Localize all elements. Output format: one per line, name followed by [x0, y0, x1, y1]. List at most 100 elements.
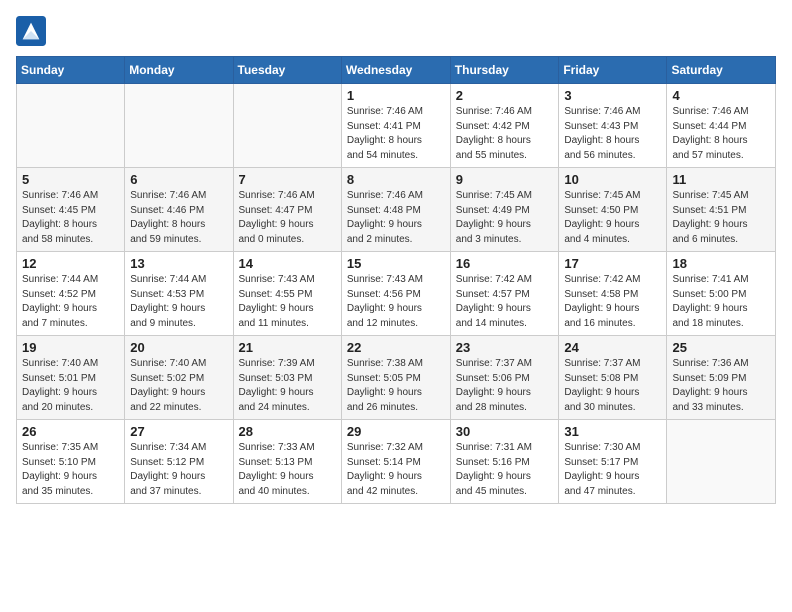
- day-number: 14: [239, 256, 336, 271]
- day-of-week-header: Thursday: [450, 57, 559, 84]
- calendar-cell: [667, 420, 776, 504]
- day-number: 7: [239, 172, 336, 187]
- day-number: 19: [22, 340, 119, 355]
- day-info: Sunrise: 7:45 AM Sunset: 4:51 PM Dayligh…: [672, 189, 770, 247]
- day-number: 11: [672, 172, 770, 187]
- day-info: Sunrise: 7:32 AM Sunset: 5:14 PM Dayligh…: [347, 441, 445, 499]
- day-number: 16: [456, 256, 554, 271]
- day-info: Sunrise: 7:46 AM Sunset: 4:42 PM Dayligh…: [456, 105, 554, 163]
- calendar-cell: 6Sunrise: 7:46 AM Sunset: 4:46 PM Daylig…: [125, 168, 233, 252]
- day-info: Sunrise: 7:46 AM Sunset: 4:44 PM Dayligh…: [672, 105, 770, 163]
- day-info: Sunrise: 7:46 AM Sunset: 4:45 PM Dayligh…: [22, 189, 119, 247]
- day-number: 10: [564, 172, 661, 187]
- day-number: 26: [22, 424, 119, 439]
- day-info: Sunrise: 7:45 AM Sunset: 4:49 PM Dayligh…: [456, 189, 554, 247]
- calendar-cell: 9 Sunrise: 7:45 AM Sunset: 4:49 PM Daylig…: [450, 168, 559, 252]
- calendar-cell: 5 Sunrise: 7:46 AM Sunset: 4:45 PM Daylig…: [17, 168, 125, 252]
- day-info: Sunrise: 7:37 AM Sunset: 5:08 PM Dayligh…: [564, 357, 661, 415]
- day-info: Sunrise: 7:42 AM Sunset: 4:57 PM Dayligh…: [456, 273, 554, 331]
- day-info: Sunrise: 7:41 AM Sunset: 5:00 PM Dayligh…: [672, 273, 770, 331]
- calendar-cell: 20 Sunrise: 7:40 AM Sunset: 5:02 PM Dayli…: [125, 336, 233, 420]
- calendar-cell: 15 Sunrise: 7:43 AM Sunset: 4:56 PM Dayli…: [341, 252, 450, 336]
- day-number: 8: [347, 172, 445, 187]
- day-number: 30: [456, 424, 554, 439]
- day-info: Sunrise: 7:43 AM Sunset: 4:55 PM Dayligh…: [239, 273, 336, 331]
- calendar-cell: 11 Sunrise: 7:45 AM Sunset: 4:51 PM Dayli…: [667, 168, 776, 252]
- calendar-cell: 27 Sunrise: 7:34 AM Sunset: 5:12 PM Dayli…: [125, 420, 233, 504]
- calendar-cell: 1 Sunrise: 7:46 AM Sunset: 4:41 PM Daylig…: [341, 84, 450, 168]
- day-info: Sunrise: 7:43 AM Sunset: 4:56 PM Dayligh…: [347, 273, 445, 331]
- day-info: Sunrise: 7:46 AM Sunset: 4:41 PM Dayligh…: [347, 105, 445, 163]
- day-info: Sunrise: 7:39 AM Sunset: 5:03 PM Dayligh…: [239, 357, 336, 415]
- calendar-cell: 13 Sunrise: 7:44 AM Sunset: 4:53 PM Dayli…: [125, 252, 233, 336]
- day-info: Sunrise: 7:40 AM Sunset: 5:01 PM Dayligh…: [22, 357, 119, 415]
- calendar-header-row: SundayMondayTuesdayWednesdayThursdayFrid…: [17, 57, 776, 84]
- day-info: Sunrise: 7:46 AM Sunset: 4:46 PM Dayligh…: [130, 189, 227, 247]
- logo-icon: [16, 16, 46, 46]
- day-number: 17: [564, 256, 661, 271]
- day-of-week-header: Sunday: [17, 57, 125, 84]
- calendar-cell: 2 Sunrise: 7:46 AM Sunset: 4:42 PM Daylig…: [450, 84, 559, 168]
- day-info: Sunrise: 7:44 AM Sunset: 4:53 PM Dayligh…: [130, 273, 227, 331]
- day-of-week-header: Saturday: [667, 57, 776, 84]
- day-info: Sunrise: 7:38 AM Sunset: 5:05 PM Dayligh…: [347, 357, 445, 415]
- calendar-cell: 17 Sunrise: 7:42 AM Sunset: 4:58 PM Dayli…: [559, 252, 667, 336]
- day-number: 29: [347, 424, 445, 439]
- day-number: 1: [347, 88, 445, 103]
- day-info: Sunrise: 7:40 AM Sunset: 5:02 PM Dayligh…: [130, 357, 227, 415]
- day-number: 28: [239, 424, 336, 439]
- day-info: Sunrise: 7:33 AM Sunset: 5:13 PM Dayligh…: [239, 441, 336, 499]
- day-number: 2: [456, 88, 554, 103]
- day-info: Sunrise: 7:46 AM Sunset: 4:48 PM Dayligh…: [347, 189, 445, 247]
- day-number: 21: [239, 340, 336, 355]
- day-number: 18: [672, 256, 770, 271]
- calendar-table: SundayMondayTuesdayWednesdayThursdayFrid…: [16, 56, 776, 504]
- day-number: 22: [347, 340, 445, 355]
- day-number: 15: [347, 256, 445, 271]
- day-number: 12: [22, 256, 119, 271]
- day-info: Sunrise: 7:37 AM Sunset: 5:06 PM Dayligh…: [456, 357, 554, 415]
- calendar-cell: [17, 84, 125, 168]
- day-number: 4: [672, 88, 770, 103]
- day-number: 9: [456, 172, 554, 187]
- calendar-cell: [125, 84, 233, 168]
- calendar-cell: 16 Sunrise: 7:42 AM Sunset: 4:57 PM Dayli…: [450, 252, 559, 336]
- day-number: 13: [130, 256, 227, 271]
- calendar-cell: 19 Sunrise: 7:40 AM Sunset: 5:01 PM Dayli…: [17, 336, 125, 420]
- calendar-cell: 3 Sunrise: 7:46 AM Sunset: 4:43 PM Daylig…: [559, 84, 667, 168]
- day-number: 25: [672, 340, 770, 355]
- calendar-cell: 8 Sunrise: 7:46 AM Sunset: 4:48 PM Daylig…: [341, 168, 450, 252]
- day-number: 5: [22, 172, 119, 187]
- day-of-week-header: Friday: [559, 57, 667, 84]
- day-info: Sunrise: 7:30 AM Sunset: 5:17 PM Dayligh…: [564, 441, 661, 499]
- calendar-cell: 28 Sunrise: 7:33 AM Sunset: 5:13 PM Dayli…: [233, 420, 341, 504]
- day-number: 3: [564, 88, 661, 103]
- calendar-cell: 30 Sunrise: 7:31 AM Sunset: 5:16 PM Dayli…: [450, 420, 559, 504]
- day-number: 31: [564, 424, 661, 439]
- day-info: Sunrise: 7:31 AM Sunset: 5:16 PM Dayligh…: [456, 441, 554, 499]
- calendar-cell: 25 Sunrise: 7:36 AM Sunset: 5:09 PM Dayli…: [667, 336, 776, 420]
- day-info: Sunrise: 7:45 AM Sunset: 4:50 PM Dayligh…: [564, 189, 661, 247]
- calendar-cell: [233, 84, 341, 168]
- calendar-cell: 29 Sunrise: 7:32 AM Sunset: 5:14 PM Dayli…: [341, 420, 450, 504]
- day-of-week-header: Wednesday: [341, 57, 450, 84]
- day-info: Sunrise: 7:36 AM Sunset: 5:09 PM Dayligh…: [672, 357, 770, 415]
- day-info: Sunrise: 7:35 AM Sunset: 5:10 PM Dayligh…: [22, 441, 119, 499]
- day-number: 23: [456, 340, 554, 355]
- calendar-cell: 22 Sunrise: 7:38 AM Sunset: 5:05 PM Dayli…: [341, 336, 450, 420]
- day-number: 20: [130, 340, 227, 355]
- day-info: Sunrise: 7:42 AM Sunset: 4:58 PM Dayligh…: [564, 273, 661, 331]
- logo: [16, 16, 48, 46]
- calendar-cell: 18 Sunrise: 7:41 AM Sunset: 5:00 PM Dayli…: [667, 252, 776, 336]
- calendar-cell: 21 Sunrise: 7:39 AM Sunset: 5:03 PM Dayli…: [233, 336, 341, 420]
- day-info: Sunrise: 7:46 AM Sunset: 4:43 PM Dayligh…: [564, 105, 661, 163]
- day-info: Sunrise: 7:34 AM Sunset: 5:12 PM Dayligh…: [130, 441, 227, 499]
- calendar-week-row: 19 Sunrise: 7:40 AM Sunset: 5:01 PM Dayli…: [17, 336, 776, 420]
- calendar-week-row: 12Sunrise: 7:44 AM Sunset: 4:52 PM Dayli…: [17, 252, 776, 336]
- calendar-cell: 31 Sunrise: 7:30 AM Sunset: 5:17 PM Dayli…: [559, 420, 667, 504]
- day-number: 27: [130, 424, 227, 439]
- calendar-cell: 10 Sunrise: 7:45 AM Sunset: 4:50 PM Dayli…: [559, 168, 667, 252]
- day-of-week-header: Monday: [125, 57, 233, 84]
- calendar-week-row: 5 Sunrise: 7:46 AM Sunset: 4:45 PM Daylig…: [17, 168, 776, 252]
- calendar-cell: 26 Sunrise: 7:35 AM Sunset: 5:10 PM Dayli…: [17, 420, 125, 504]
